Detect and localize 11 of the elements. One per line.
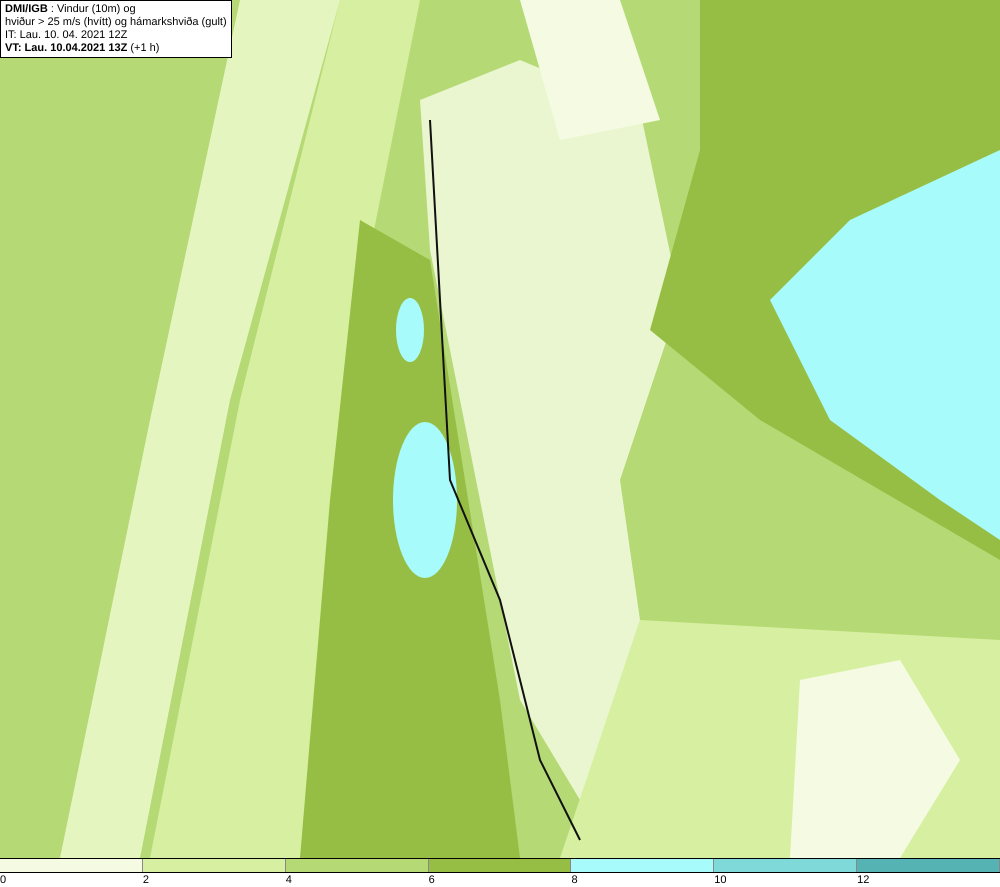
scale-label: 12 (857, 873, 870, 887)
scale-label: 8 (571, 873, 578, 887)
info-line: DMI/IGB : Vindur (10m) og (5, 3, 137, 16)
scale-label: 0 (0, 873, 6, 887)
scale-label: 10 (714, 873, 727, 887)
scale-label: 4 (286, 873, 292, 887)
scale-label: 6 (428, 873, 435, 887)
info-line: VT: Lau. 10.04.2021 13Z (+1 h) (5, 42, 160, 55)
info-line: hviður > 25 m/s (hvítt) og hámarkshviða (gult) (5, 16, 227, 29)
scale-label: 2 (142, 873, 149, 887)
info-line: IT: Lau. 10. 04. 2021 12Z (5, 29, 128, 42)
